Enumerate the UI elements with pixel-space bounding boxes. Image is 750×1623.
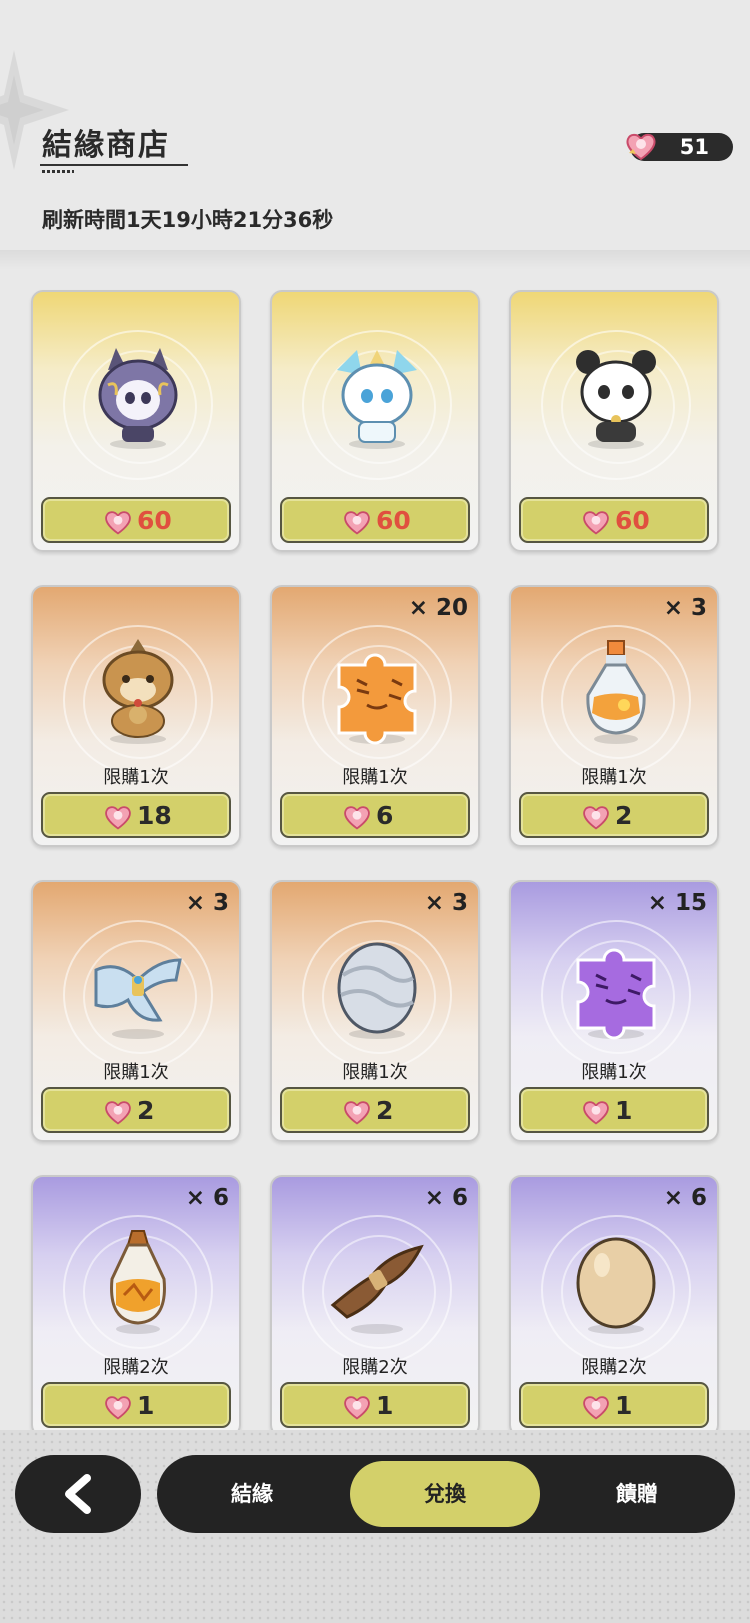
heart-gem-icon <box>583 806 609 830</box>
shop-item-card[interactable]: 60 <box>509 290 719 552</box>
purchase-limit: 限購2次 <box>581 1357 647 1378</box>
item-price: 2 <box>615 801 633 830</box>
item-price: 18 <box>137 801 172 830</box>
item-quantity: × 6 <box>663 1185 707 1211</box>
item-price: 1 <box>376 1391 394 1420</box>
purchase-limit: 限購1次 <box>103 1062 169 1083</box>
price-button[interactable]: 2 <box>519 792 709 838</box>
tab-bonds[interactable]: 結緣 <box>157 1461 347 1527</box>
price-button[interactable]: 60 <box>519 497 709 543</box>
item-price: 2 <box>137 1096 155 1125</box>
item-price: 1 <box>615 1096 633 1125</box>
shop-item-card[interactable]: × 20 限購1次 6 <box>270 585 480 847</box>
purple-tiger-puzzle-icon <box>576 948 656 1040</box>
tab-gift[interactable]: 饋贈 <box>542 1461 732 1527</box>
purchase-limit: 限購1次 <box>103 767 169 788</box>
purchase-limit: 限購1次 <box>581 767 647 788</box>
purchase-limit: 限購2次 <box>342 1357 408 1378</box>
item-price: 60 <box>137 506 172 535</box>
item-price: 1 <box>137 1391 155 1420</box>
price-button[interactable]: 1 <box>41 1382 231 1428</box>
heart-gem-icon <box>105 511 131 535</box>
plain-egg-icon <box>576 1237 656 1334</box>
purple-wolf-pet-icon <box>98 348 178 449</box>
shop-item-card[interactable]: × 3 限購1次 2 <box>31 880 241 1142</box>
back-button[interactable] <box>15 1455 141 1533</box>
item-price: 2 <box>376 1096 394 1125</box>
price-button[interactable]: 60 <box>41 497 231 543</box>
chevron-left-icon <box>65 1474 91 1514</box>
heart-gem-icon <box>583 511 609 535</box>
item-quantity: × 3 <box>663 595 707 621</box>
shop-item-card[interactable]: × 3 限購1次 2 <box>270 880 480 1142</box>
panda-cat-pet-icon <box>576 350 656 449</box>
heart-gem-icon <box>105 806 131 830</box>
item-price: 6 <box>376 801 394 830</box>
heart-gem-icon <box>344 1396 370 1420</box>
shop-item-card[interactable]: × 6 限購2次 1 <box>31 1175 241 1430</box>
purchase-limit: 限購1次 <box>342 1062 408 1083</box>
heart-gem-icon <box>583 1101 609 1125</box>
item-price: 1 <box>615 1391 633 1420</box>
price-button[interactable]: 2 <box>280 1087 470 1133</box>
orange-tiger-puzzle-icon <box>337 653 417 745</box>
shop-grid: 60 60 60 限購1次 18 × 20 限購1次 6 × 3 限購1次 2 … <box>0 0 750 1430</box>
item-quantity: × 6 <box>424 1185 468 1211</box>
heart-gem-icon <box>344 511 370 535</box>
price-button[interactable]: 2 <box>41 1087 231 1133</box>
tab-exchange[interactable]: 兌換 <box>350 1461 540 1527</box>
brown-feather-bundle-icon <box>330 1244 424 1334</box>
purchase-limit: 限購1次 <box>581 1062 647 1083</box>
price-button[interactable]: 18 <box>41 792 231 838</box>
item-quantity: × 3 <box>424 890 468 916</box>
shop-item-card[interactable]: 60 <box>31 290 241 552</box>
item-quantity: × 20 <box>408 595 468 621</box>
purchase-limit: 限購1次 <box>342 767 408 788</box>
shop-item-card[interactable]: × 6 限購2次 1 <box>270 1175 480 1430</box>
purchase-limit: 限購2次 <box>103 1357 169 1378</box>
shop-item-card[interactable]: 限購1次 18 <box>31 585 241 847</box>
price-button[interactable]: 60 <box>280 497 470 543</box>
item-quantity: × 3 <box>185 890 229 916</box>
lion-dog-pet-icon <box>102 639 174 744</box>
heart-gem-icon <box>344 806 370 830</box>
item-quantity: × 15 <box>647 890 707 916</box>
shop-item-card[interactable]: × 6 限購2次 1 <box>509 1175 719 1430</box>
shop-item-card[interactable]: × 3 限購1次 2 <box>509 585 719 847</box>
heart-gem-icon <box>105 1101 131 1125</box>
heart-gem-icon <box>105 1396 131 1420</box>
silver-egg-icon <box>337 942 417 1039</box>
crystal-fox-pet-icon <box>337 350 417 449</box>
tab-bar: 結緣 兌換 饋贈 <box>157 1455 735 1533</box>
item-price: 60 <box>376 506 411 535</box>
orange-potion-bottle-icon <box>586 640 646 744</box>
heart-gem-icon <box>583 1396 609 1420</box>
item-quantity: × 6 <box>185 1185 229 1211</box>
blue-scroll-bundle-icon <box>94 958 182 1039</box>
price-button[interactable]: 6 <box>280 792 470 838</box>
heart-gem-icon <box>344 1101 370 1125</box>
shop-item-card[interactable]: × 15 限購1次 1 <box>509 880 719 1142</box>
amber-potion-bottle-icon <box>110 1230 166 1334</box>
price-button[interactable]: 1 <box>280 1382 470 1428</box>
price-button[interactable]: 1 <box>519 1087 709 1133</box>
shop-item-card[interactable]: 60 <box>270 290 480 552</box>
item-price: 60 <box>615 506 650 535</box>
price-button[interactable]: 1 <box>519 1382 709 1428</box>
